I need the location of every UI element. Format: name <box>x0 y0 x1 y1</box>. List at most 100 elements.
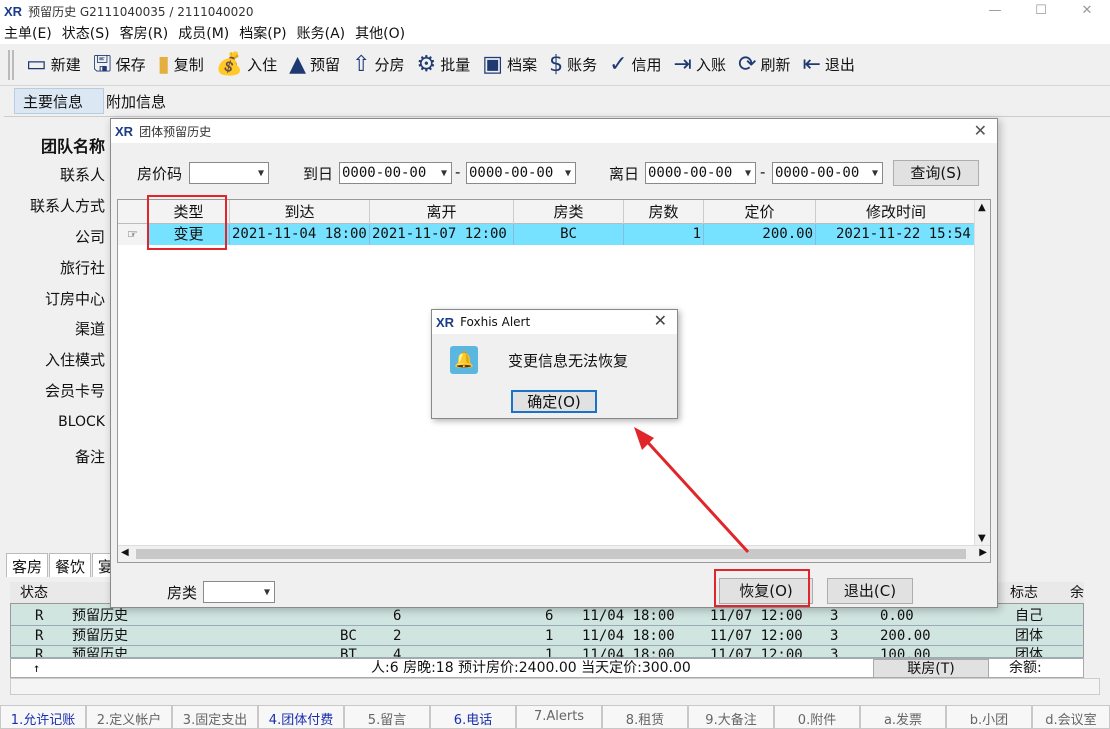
leave-date-to[interactable]: 0000-00-00 ▼ <box>772 162 883 184</box>
grid-horizontal-scrollbar[interactable] <box>10 678 1100 695</box>
checkin-button[interactable]: 💰 入住 <box>216 48 277 82</box>
dialog-exit-button[interactable]: 退出(C) <box>827 578 913 604</box>
scroll-right-icon[interactable]: ▶ <box>979 547 987 558</box>
close-window-button[interactable]: ✕ <box>1064 0 1110 22</box>
fn-phone[interactable]: 6.电话 <box>430 705 516 729</box>
bottom-tabs: 客房 餐饮 宴 <box>6 553 120 577</box>
menu-accounts[interactable]: 账务(A) <box>293 23 352 43</box>
fn-alerts[interactable]: 7.Alerts <box>516 705 602 729</box>
menu-profile[interactable]: 档案(P) <box>235 23 292 43</box>
scroll-thumb[interactable] <box>136 549 966 559</box>
table-row[interactable]: R 预留历史 BT 4 1 11/04 18:00 11/07 12:00 3 … <box>10 646 1084 658</box>
app-logo-icon: XR <box>4 3 23 19</box>
batch-button[interactable]: ⚙ 批量 <box>417 48 471 82</box>
minimize-button[interactable]: — <box>972 0 1018 22</box>
new-button[interactable]: ▭ 新建 <box>26 48 81 82</box>
scroll-left-icon[interactable]: ◀ <box>121 547 129 558</box>
tab-main-info[interactable]: 主要信息 <box>14 88 104 114</box>
copy-button[interactable]: ▮ 复制 <box>158 48 204 82</box>
col-status: 状态 <box>20 585 48 601</box>
table-row[interactable]: R 预留历史 6 6 11/04 18:00 11/07 12:00 3 0.0… <box>10 607 1084 626</box>
tab-extra-info[interactable]: 附加信息 <box>104 88 194 114</box>
dialog-close-button[interactable]: ✕ <box>974 121 987 140</box>
annotation-arrow <box>634 427 750 554</box>
room-type-label: 房类 <box>167 584 198 602</box>
chevron-down-icon: ▼ <box>744 167 751 179</box>
tab-dining[interactable]: 餐饮 <box>49 553 92 577</box>
function-key-bar: 1.允许记账 2.定义帐户 3.固定支出 4.团体付费 5.留言 6.电话 7.… <box>0 705 1110 729</box>
dialog-logo-icon: XR <box>115 123 134 139</box>
profile-button[interactable]: ▣ 档案 <box>482 48 537 82</box>
exit-icon: ⇤ <box>802 51 821 77</box>
table-row[interactable]: ☞ 变更 2021-11-04 18:00 2021-11-07 12:00 B… <box>118 224 976 245</box>
scroll-up-icon[interactable]: ▲ <box>978 202 986 213</box>
dollar-list-icon: $ <box>549 51 564 77</box>
grid-summary-bar: ↑ 人:6 房晚:18 预计房价:2400.00 当天定价:300.00 联房(… <box>10 658 1084 678</box>
leave-date-from[interactable]: 0000-00-00 ▼ <box>645 162 756 184</box>
money-bag-icon: 💰 <box>215 51 244 77</box>
fn-rental[interactable]: 8.租赁 <box>602 705 688 729</box>
chevron-down-icon: ▼ <box>257 167 264 179</box>
leave-date-label: 离日 <box>609 165 640 183</box>
foxhis-alert-dialog: XR Foxhis Alert ✕ 🔔 变更信息无法恢复 确定(O) <box>431 309 678 419</box>
split-icon: ⇧ <box>352 51 371 77</box>
scroll-down-icon[interactable]: ▼ <box>978 533 986 544</box>
link-rooms-button[interactable]: 联房(T) <box>873 659 989 678</box>
accounts-button[interactable]: $ 账务 <box>549 48 597 82</box>
fn-meeting-room[interactable]: d.会议室 <box>1032 705 1110 729</box>
post-entry-icon: ⇥ <box>673 51 692 77</box>
menu-bar: 主单(E) 状态(S) 客房(R) 成员(M) 档案(P) 账务(A) 其他(O… <box>0 22 1110 44</box>
fn-big-remark[interactable]: 9.大备注 <box>688 705 774 729</box>
alert-logo-icon: XR <box>436 314 455 330</box>
summary-text: 人:6 房晚:18 预计房价:2400.00 当天定价:300.00 <box>371 660 691 676</box>
alert-close-button[interactable]: ✕ <box>654 311 667 330</box>
reserve-button[interactable]: ▲ 预留 <box>289 48 340 82</box>
history-vertical-scrollbar[interactable]: ▲ ▼ <box>974 200 990 546</box>
shield-check-icon: ✓ <box>609 51 628 77</box>
menu-master[interactable]: 主单(E) <box>0 23 58 43</box>
menu-status[interactable]: 状态(S) <box>58 23 116 43</box>
balance-label: 余额: <box>1009 660 1042 676</box>
save-button[interactable]: 🖫 保存 <box>93 48 146 82</box>
chevron-down-icon: ▼ <box>564 167 571 179</box>
chevron-down-icon: ▼ <box>263 586 270 598</box>
room-type-select[interactable]: ▼ <box>203 581 275 603</box>
label-contact: 联系人 <box>59 166 105 184</box>
tab-rooms[interactable]: 客房 <box>6 553 49 577</box>
fn-group-pay[interactable]: 4.团体付费 <box>258 705 344 729</box>
type-column-highlight <box>147 195 227 250</box>
toolbar-grip[interactable] <box>8 49 14 80</box>
label-channel: 渠道 <box>74 320 105 338</box>
query-button[interactable]: 查询(S) <box>893 160 979 186</box>
menu-members[interactable]: 成员(M) <box>174 23 235 43</box>
table-row[interactable]: R 预留历史 BC 2 1 11/04 18:00 11/07 12:00 3 … <box>10 627 1084 646</box>
toolbar: ▭ 新建 🖫 保存 ▮ 复制 💰 入住 ▲ 预留 ⇧ 分房 ⚙ 批量 ▣ 档案 $ 账务 ✓ 信用 … <box>0 44 1110 86</box>
fn-invoice[interactable]: a.发票 <box>860 705 946 729</box>
credit-button[interactable]: ✓ 信用 <box>609 48 661 82</box>
fn-fixed-expense[interactable]: 3.固定支出 <box>172 705 258 729</box>
arrive-date-label: 到日 <box>303 165 334 183</box>
col-room-type: 房类 <box>514 200 624 224</box>
fn-sub-group[interactable]: b.小团 <box>946 705 1032 729</box>
rate-code-select[interactable]: ▼ <box>189 162 269 184</box>
arrive-date-to[interactable]: 0000-00-00 ▼ <box>466 162 576 184</box>
refresh-button[interactable]: ⟳ 刷新 <box>738 48 790 82</box>
history-horizontal-scrollbar[interactable]: ◀ ▶ <box>118 545 990 562</box>
date-range-dash: - <box>760 163 766 181</box>
exit-button[interactable]: ⇤ 退出 <box>802 48 854 82</box>
assign-room-button[interactable]: ⇧ 分房 <box>352 48 404 82</box>
fn-message[interactable]: 5.留言 <box>344 705 430 729</box>
arrive-date-from[interactable]: 0000-00-00 ▼ <box>339 162 452 184</box>
alert-title: Foxhis Alert <box>460 315 531 329</box>
fn-define-account[interactable]: 2.定义帐户 <box>86 705 172 729</box>
restore-button-highlight <box>714 569 810 607</box>
save-icon: 🖫 <box>92 51 112 77</box>
ok-button[interactable]: 确定(O) <box>511 390 597 413</box>
maximize-button[interactable]: ☐ <box>1018 0 1064 22</box>
menu-rooms[interactable]: 客房(R) <box>116 23 175 43</box>
menu-other[interactable]: 其他(O) <box>351 23 411 43</box>
fn-attachment[interactable]: 0.附件 <box>774 705 860 729</box>
col-arrive: 到达 <box>230 200 370 224</box>
post-button[interactable]: ⇥ 入账 <box>674 48 726 82</box>
fn-allow-charge[interactable]: 1.允许记账 <box>0 705 86 729</box>
